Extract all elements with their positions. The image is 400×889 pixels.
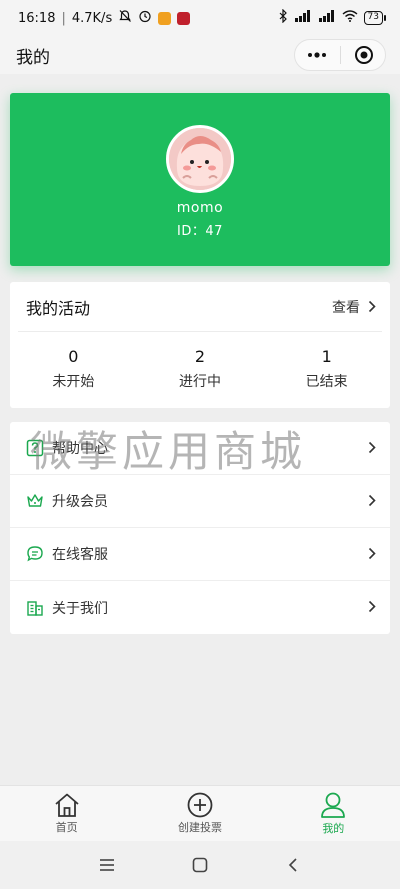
activity-header: 我的活动 查看 [18, 282, 382, 332]
status-divider: | [61, 10, 66, 26]
tab-bar: 首页 创建投票 我的 [0, 785, 400, 841]
app-notification-icon [158, 11, 172, 25]
menu-item-label: 升级会员 [52, 494, 108, 510]
more-button[interactable] [297, 40, 337, 70]
menu-item-about-us[interactable]: 关于我们 [10, 581, 390, 634]
building-icon [24, 597, 46, 619]
stat-label: 已结束 [305, 374, 348, 390]
activity-stats: 0 未开始 2 进行中 1 已结束 [10, 332, 390, 406]
close-miniprogram-button[interactable] [344, 40, 384, 70]
home-button[interactable] [180, 845, 220, 885]
activity-card: 我的活动 查看 0 未开始 2 进行中 1 已结束 [10, 282, 390, 408]
menu-item-customer-service[interactable]: 在线客服 [10, 528, 390, 581]
signal-icon [294, 10, 312, 26]
stat-label: 未开始 [52, 374, 95, 390]
page-title: 我的 [16, 47, 50, 68]
tab-mine[interactable]: 我的 [267, 786, 400, 841]
help-icon [24, 437, 46, 459]
stat-not-started[interactable]: 0 未开始 [10, 332, 137, 406]
view-activities-link[interactable]: 查看 [332, 297, 376, 317]
chevron-right-icon [368, 545, 376, 564]
menu-list: 帮助中心 升级会员 在线客服 关于我们 [10, 422, 390, 634]
home-icon [55, 793, 79, 817]
menu-item-label: 关于我们 [52, 600, 108, 617]
tab-label: 首页 [55, 821, 78, 834]
stat-value: 1 [321, 347, 332, 366]
add-circle-icon [187, 792, 213, 818]
signal-icon [318, 10, 336, 26]
app-notification-icon [177, 11, 191, 25]
chevron-right-icon [368, 300, 376, 313]
menu-item-upgrade-vip[interactable]: 升级会员 [10, 475, 390, 528]
status-time: 16:18 [18, 10, 56, 26]
stat-value: 0 [68, 347, 79, 366]
stat-ended[interactable]: 1 已结束 [263, 332, 390, 406]
username: momo [176, 200, 224, 216]
menu-item-label: 在线客服 [52, 547, 108, 563]
alarm-icon [138, 9, 152, 27]
bluetooth-icon [278, 8, 288, 27]
tab-home[interactable]: 首页 [0, 786, 133, 841]
mute-icon [118, 9, 132, 27]
menu-item-label: 帮助中心 [52, 441, 108, 457]
tab-label: 创建投票 [177, 821, 222, 834]
mini-program-capsule [294, 39, 386, 71]
recent-apps-button[interactable] [87, 845, 127, 885]
user-icon [321, 792, 346, 818]
square-icon [192, 857, 208, 873]
chat-icon [24, 543, 46, 565]
activity-title: 我的活动 [26, 298, 91, 318]
crown-icon [24, 490, 46, 512]
network-speed: 4.7K/s [71, 10, 113, 26]
system-nav-bar [0, 841, 400, 889]
tab-create-vote[interactable]: 创建投票 [133, 786, 266, 841]
stat-in-progress[interactable]: 2 进行中 [137, 332, 264, 406]
battery-icon: 73 [363, 11, 386, 25]
target-icon [354, 46, 373, 64]
back-button[interactable] [273, 845, 313, 885]
view-label: 查看 [332, 299, 360, 316]
battery-level: 73 [363, 11, 383, 25]
more-icon [307, 52, 326, 58]
nav-bar: 我的 [0, 36, 400, 74]
menu-icon [99, 859, 114, 871]
stat-label: 进行中 [179, 374, 221, 390]
user-id: ID：47 [177, 224, 223, 239]
profile-card: momo ID：47 [10, 93, 390, 266]
chevron-right-icon [368, 492, 376, 511]
chevron-right-icon [368, 439, 376, 458]
chevron-right-icon [368, 598, 376, 617]
stat-value: 2 [194, 347, 206, 366]
wifi-icon [342, 10, 358, 26]
menu-item-help[interactable]: 帮助中心 [10, 422, 390, 475]
status-bar: 16:18 | 4.7K/s 73 [0, 0, 400, 36]
avatar[interactable] [166, 125, 234, 193]
back-icon [289, 858, 297, 872]
tab-label: 我的 [322, 822, 345, 835]
